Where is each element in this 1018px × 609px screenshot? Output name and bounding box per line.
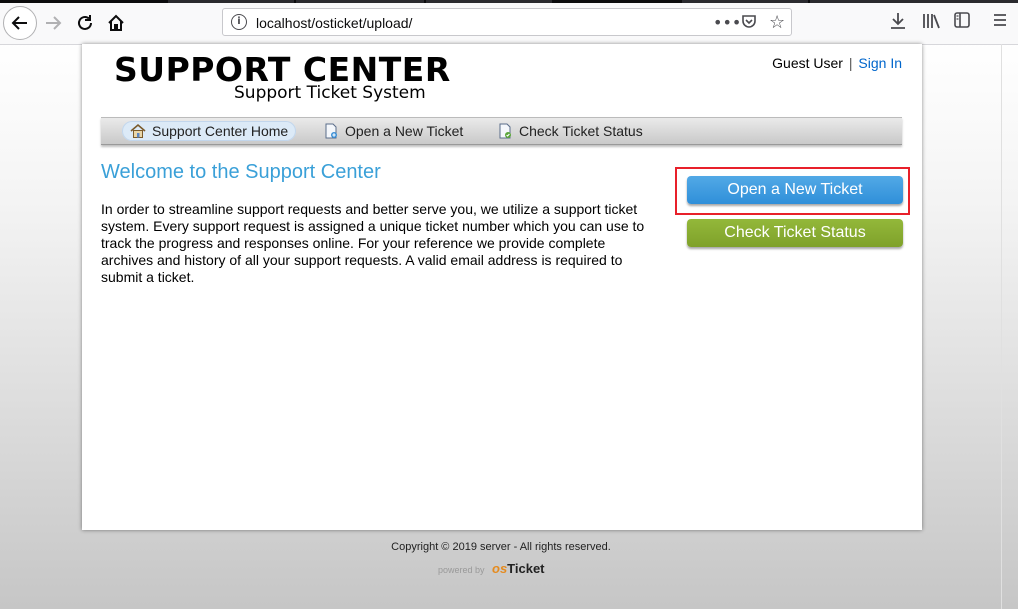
footer-copyright: Copyright © 2019 server - All rights res… bbox=[391, 541, 611, 553]
intro-text: In order to streamline support requests … bbox=[101, 201, 645, 285]
browser-toolbar: i localhost/osticket/upload/ ••• ☆ bbox=[0, 0, 1018, 45]
forward-button[interactable] bbox=[38, 8, 68, 38]
site-info-icon[interactable]: i bbox=[231, 14, 247, 30]
osticket-logo: osTicket bbox=[492, 561, 545, 576]
nav-item-new-ticket[interactable]: Open a New Ticket bbox=[315, 121, 471, 141]
home-icon bbox=[108, 14, 124, 31]
tab[interactable] bbox=[296, 0, 424, 3]
guest-user-label: Guest User bbox=[772, 55, 843, 71]
ticket-status-icon bbox=[499, 123, 511, 139]
nav-item-home[interactable]: Support Center Home bbox=[122, 121, 297, 141]
home-button[interactable] bbox=[101, 8, 131, 38]
tab[interactable] bbox=[426, 0, 552, 3]
nav-item-label: Support Center Home bbox=[152, 123, 289, 139]
home-icon bbox=[130, 123, 146, 138]
welcome-heading: Welcome to the Support Center bbox=[101, 161, 381, 183]
open-new-ticket-button[interactable]: Open a New Ticket bbox=[687, 176, 903, 204]
back-arrow-icon bbox=[11, 16, 27, 30]
menu-icon[interactable] bbox=[993, 12, 1007, 32]
separator: | bbox=[848, 55, 853, 71]
library-icon[interactable] bbox=[922, 12, 940, 35]
url-text[interactable]: localhost/osticket/upload/ bbox=[256, 15, 412, 31]
tab[interactable] bbox=[810, 0, 1018, 3]
nav-item-label: Open a New Ticket bbox=[345, 123, 464, 139]
logo-subtitle[interactable]: Support Ticket System bbox=[234, 83, 426, 103]
page-actions-icon[interactable]: ••• bbox=[713, 13, 741, 32]
sign-in-link[interactable]: Sign In bbox=[858, 55, 902, 71]
user-info: Guest User | Sign In bbox=[772, 55, 902, 71]
reload-button[interactable] bbox=[70, 8, 100, 38]
new-ticket-icon bbox=[325, 123, 337, 139]
page-container: SUPPORT CENTER Support Ticket System Gue… bbox=[82, 44, 922, 530]
nav-item-check-status[interactable]: Check Ticket Status bbox=[489, 121, 651, 141]
url-bar[interactable]: i localhost/osticket/upload/ ••• ☆ bbox=[222, 8, 792, 36]
main-nav: Support Center Home Open a New Ticket Ch… bbox=[101, 117, 902, 145]
tab[interactable] bbox=[682, 0, 808, 3]
back-button[interactable] bbox=[3, 6, 37, 40]
check-ticket-status-button[interactable]: Check Ticket Status bbox=[687, 219, 903, 247]
page-scrollbar[interactable] bbox=[1001, 44, 1018, 609]
nav-item-label: Check Ticket Status bbox=[519, 123, 643, 139]
downloads-icon[interactable] bbox=[890, 12, 906, 35]
sidebar-icon[interactable] bbox=[954, 12, 970, 33]
forward-arrow-icon bbox=[46, 16, 62, 30]
reload-icon bbox=[78, 15, 92, 30]
tab-strip bbox=[0, 0, 1018, 3]
powered-by-label: powered by bbox=[438, 565, 485, 575]
pocket-icon[interactable] bbox=[741, 13, 757, 33]
bookmark-star-icon[interactable]: ☆ bbox=[769, 12, 785, 33]
tab[interactable] bbox=[168, 0, 294, 3]
